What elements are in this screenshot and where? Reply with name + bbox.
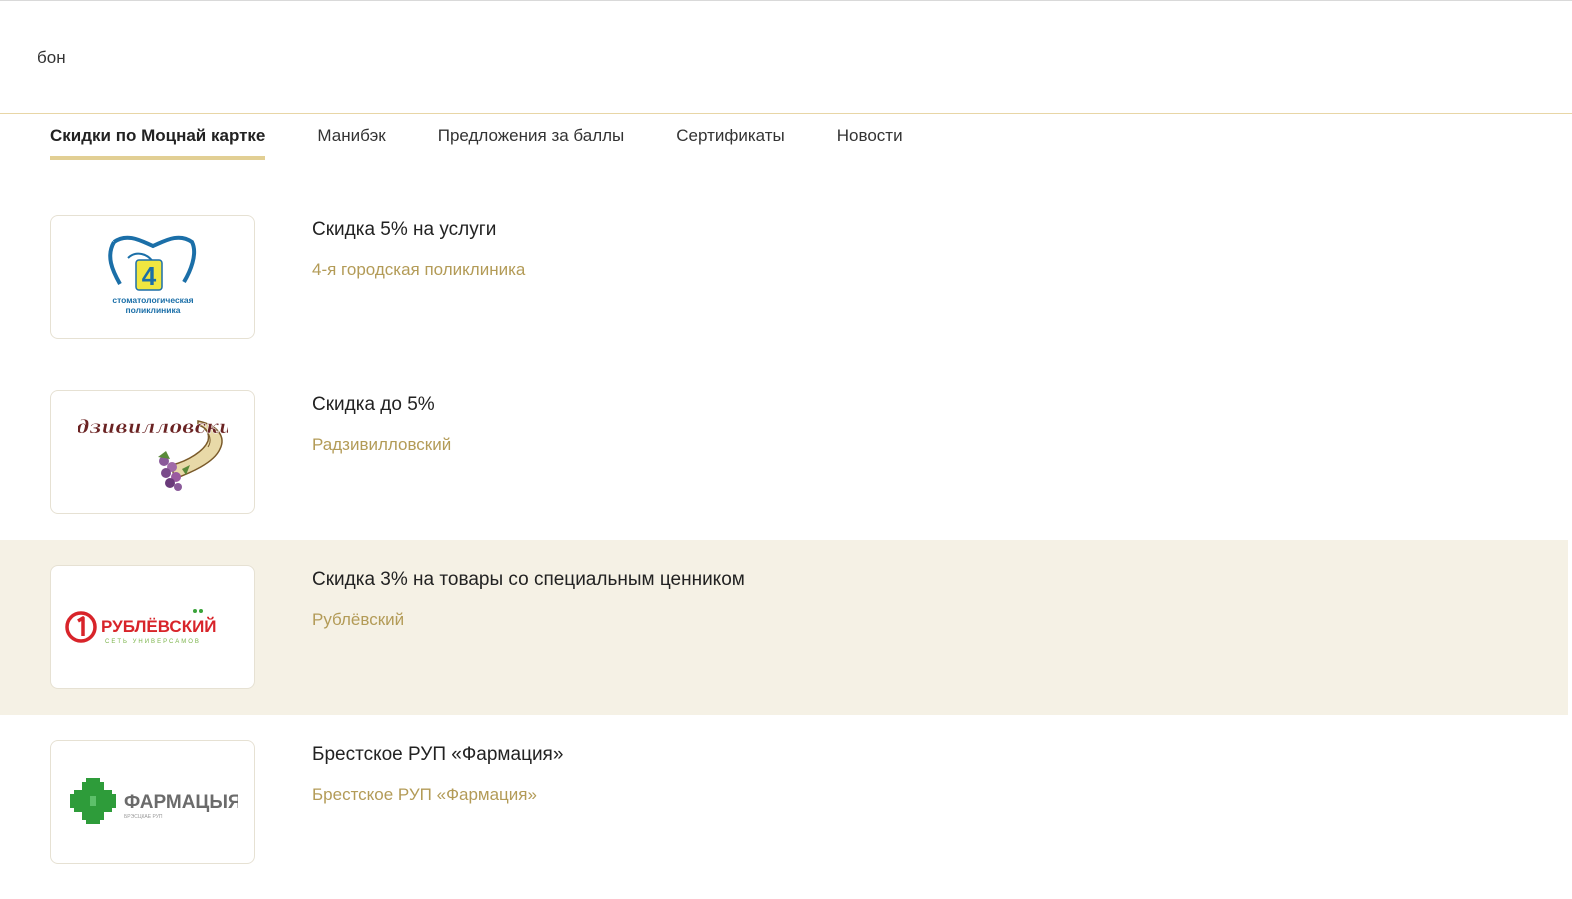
offer-row-highlighted[interactable]: РУБЛЁВСКИЙ СЕТЬ УНИВЕРСАМОВ Скидка 3% на…: [0, 540, 1568, 715]
tab-discounts[interactable]: Скидки по Моцнай картке: [50, 126, 266, 160]
search-input[interactable]: [37, 45, 1437, 71]
offer-row[interactable]: ФАРМАЦЫЯ БРЭСЦКАЕ РУП Брестское РУП «Фар…: [0, 715, 1568, 890]
tab-certificates[interactable]: Сертификаты: [676, 126, 784, 160]
offer-row[interactable]: 4 стоматологическая поликлиника Скидка 5…: [0, 190, 1568, 365]
dental-logo-text-2: поликлиника: [125, 305, 180, 315]
rublevsky-logo-icon: РУБЛЁВСКИЙ СЕТЬ УНИВЕРСАМОВ: [65, 609, 217, 645]
offer-row[interactable]: Радзивилловский Скидка до 5% Радзивиллов…: [0, 365, 1568, 540]
offer-partner[interactable]: Брестское РУП «Фармация»: [312, 785, 537, 805]
dental-logo-number: 4: [141, 261, 156, 291]
offer-title[interactable]: Скидка 5% на услуги: [312, 219, 496, 241]
offer-partner[interactable]: Радзивилловский: [312, 435, 451, 455]
radzivillovsky-logo-text: Радзивилловский: [78, 416, 228, 438]
tab-news[interactable]: Новости: [837, 126, 903, 160]
rublevsky-logo-text: РУБЛЁВСКИЙ: [101, 617, 217, 636]
rublevsky-logo-subtext: СЕТЬ УНИВЕРСАМОВ: [105, 639, 201, 645]
dental-logo-text-1: стоматологическая: [112, 295, 193, 305]
pharmacy-cross-logo-icon: ФАРМАЦЫЯ БРЭСЦКАЕ РУП: [69, 778, 238, 824]
tab-points-offers[interactable]: Предложения за баллы: [438, 126, 625, 160]
pharmacy-logo-subtext: БРЭСЦКАЕ РУП: [124, 814, 163, 820]
offer-partner[interactable]: Рублёвский: [312, 610, 404, 630]
partner-logo[interactable]: РУБЛЁВСКИЙ СЕТЬ УНИВЕРСАМОВ: [50, 565, 255, 689]
search-bar: [0, 1, 1572, 114]
offer-title[interactable]: Скидка 3% на товары со специальным ценни…: [312, 569, 745, 591]
partner-logo[interactable]: ФАРМАЦЫЯ БРЭСЦКАЕ РУП: [50, 740, 255, 864]
offer-title[interactable]: Брестское РУП «Фармация»: [312, 744, 563, 766]
offer-title[interactable]: Скидка до 5%: [312, 394, 435, 416]
offer-partner[interactable]: 4-я городская поликлиника: [312, 260, 525, 280]
radzivillovsky-cornucopia-logo-icon: Радзивилловский: [78, 416, 228, 491]
category-tabs: Скидки по Моцнай картке Манибэк Предложе…: [50, 126, 955, 160]
dental-clinic-logo-icon: 4 стоматологическая поликлиника: [107, 235, 196, 315]
tab-moneyback[interactable]: Манибэк: [317, 126, 385, 160]
partner-logo[interactable]: 4 стоматологическая поликлиника: [50, 215, 255, 339]
offers-list: 4 стоматологическая поликлиника Скидка 5…: [0, 190, 1572, 890]
partner-logo[interactable]: Радзивилловский: [50, 390, 255, 514]
pharmacy-logo-text: ФАРМАЦЫЯ: [124, 792, 238, 813]
